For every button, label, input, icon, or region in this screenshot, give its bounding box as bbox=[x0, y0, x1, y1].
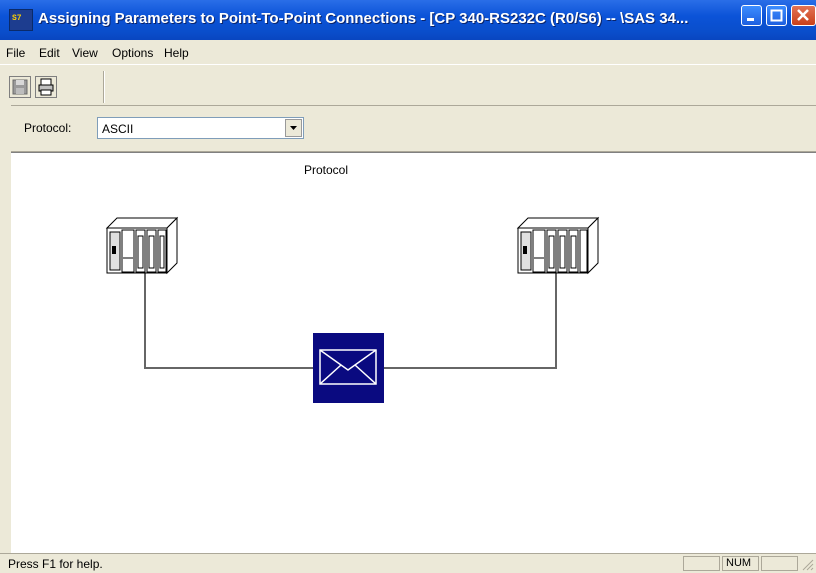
printer-icon bbox=[38, 78, 54, 96]
dropdown-button[interactable] bbox=[285, 119, 302, 137]
window-title: Assigning Parameters to Point-To-Point C… bbox=[38, 10, 689, 27]
protocol-select[interactable]: ASCII bbox=[97, 117, 304, 139]
minimize-button[interactable] bbox=[741, 5, 762, 26]
protocol-select-value: ASCII bbox=[102, 122, 134, 136]
close-button[interactable] bbox=[791, 5, 816, 26]
status-num: NUM bbox=[722, 556, 759, 571]
protocol-caption: Protocol bbox=[304, 163, 349, 177]
status-panel-1 bbox=[683, 556, 720, 571]
menu-edit[interactable]: Edit bbox=[39, 46, 60, 60]
toolbar bbox=[0, 64, 816, 106]
print-button[interactable] bbox=[35, 76, 57, 98]
resize-grip-icon[interactable] bbox=[801, 558, 814, 571]
connection-diagram bbox=[105, 216, 600, 403]
menu-view[interactable]: View bbox=[72, 46, 98, 60]
status-help-text: Press F1 for help. bbox=[8, 557, 103, 571]
menu-file[interactable]: File bbox=[6, 46, 25, 60]
menu-bar: File Edit View Options Help bbox=[0, 40, 816, 64]
diagram-canvas bbox=[11, 152, 816, 553]
app-icon[interactable]: S7 bbox=[9, 9, 33, 31]
protocol-envelope-icon[interactable] bbox=[313, 333, 384, 403]
status-bar: Press F1 for help. NUM bbox=[0, 553, 816, 573]
maximize-button[interactable] bbox=[766, 5, 787, 26]
status-panel-3 bbox=[761, 556, 798, 571]
protocol-bar: Protocol: ASCII bbox=[0, 105, 816, 152]
menu-options[interactable]: Options bbox=[112, 46, 153, 60]
toolbar-separator bbox=[103, 71, 105, 103]
menu-help[interactable]: Help bbox=[164, 46, 189, 60]
left-frame bbox=[0, 104, 11, 553]
plc-station-left-icon[interactable] bbox=[105, 216, 179, 275]
protocol-label: Protocol: bbox=[24, 121, 72, 135]
title-bar[interactable]: S7 Assigning Parameters to Point-To-Poin… bbox=[0, 0, 816, 40]
save-button[interactable] bbox=[9, 76, 31, 98]
plc-station-right-icon[interactable] bbox=[516, 216, 600, 275]
chevron-down-icon bbox=[290, 126, 297, 130]
save-icon bbox=[12, 79, 28, 95]
